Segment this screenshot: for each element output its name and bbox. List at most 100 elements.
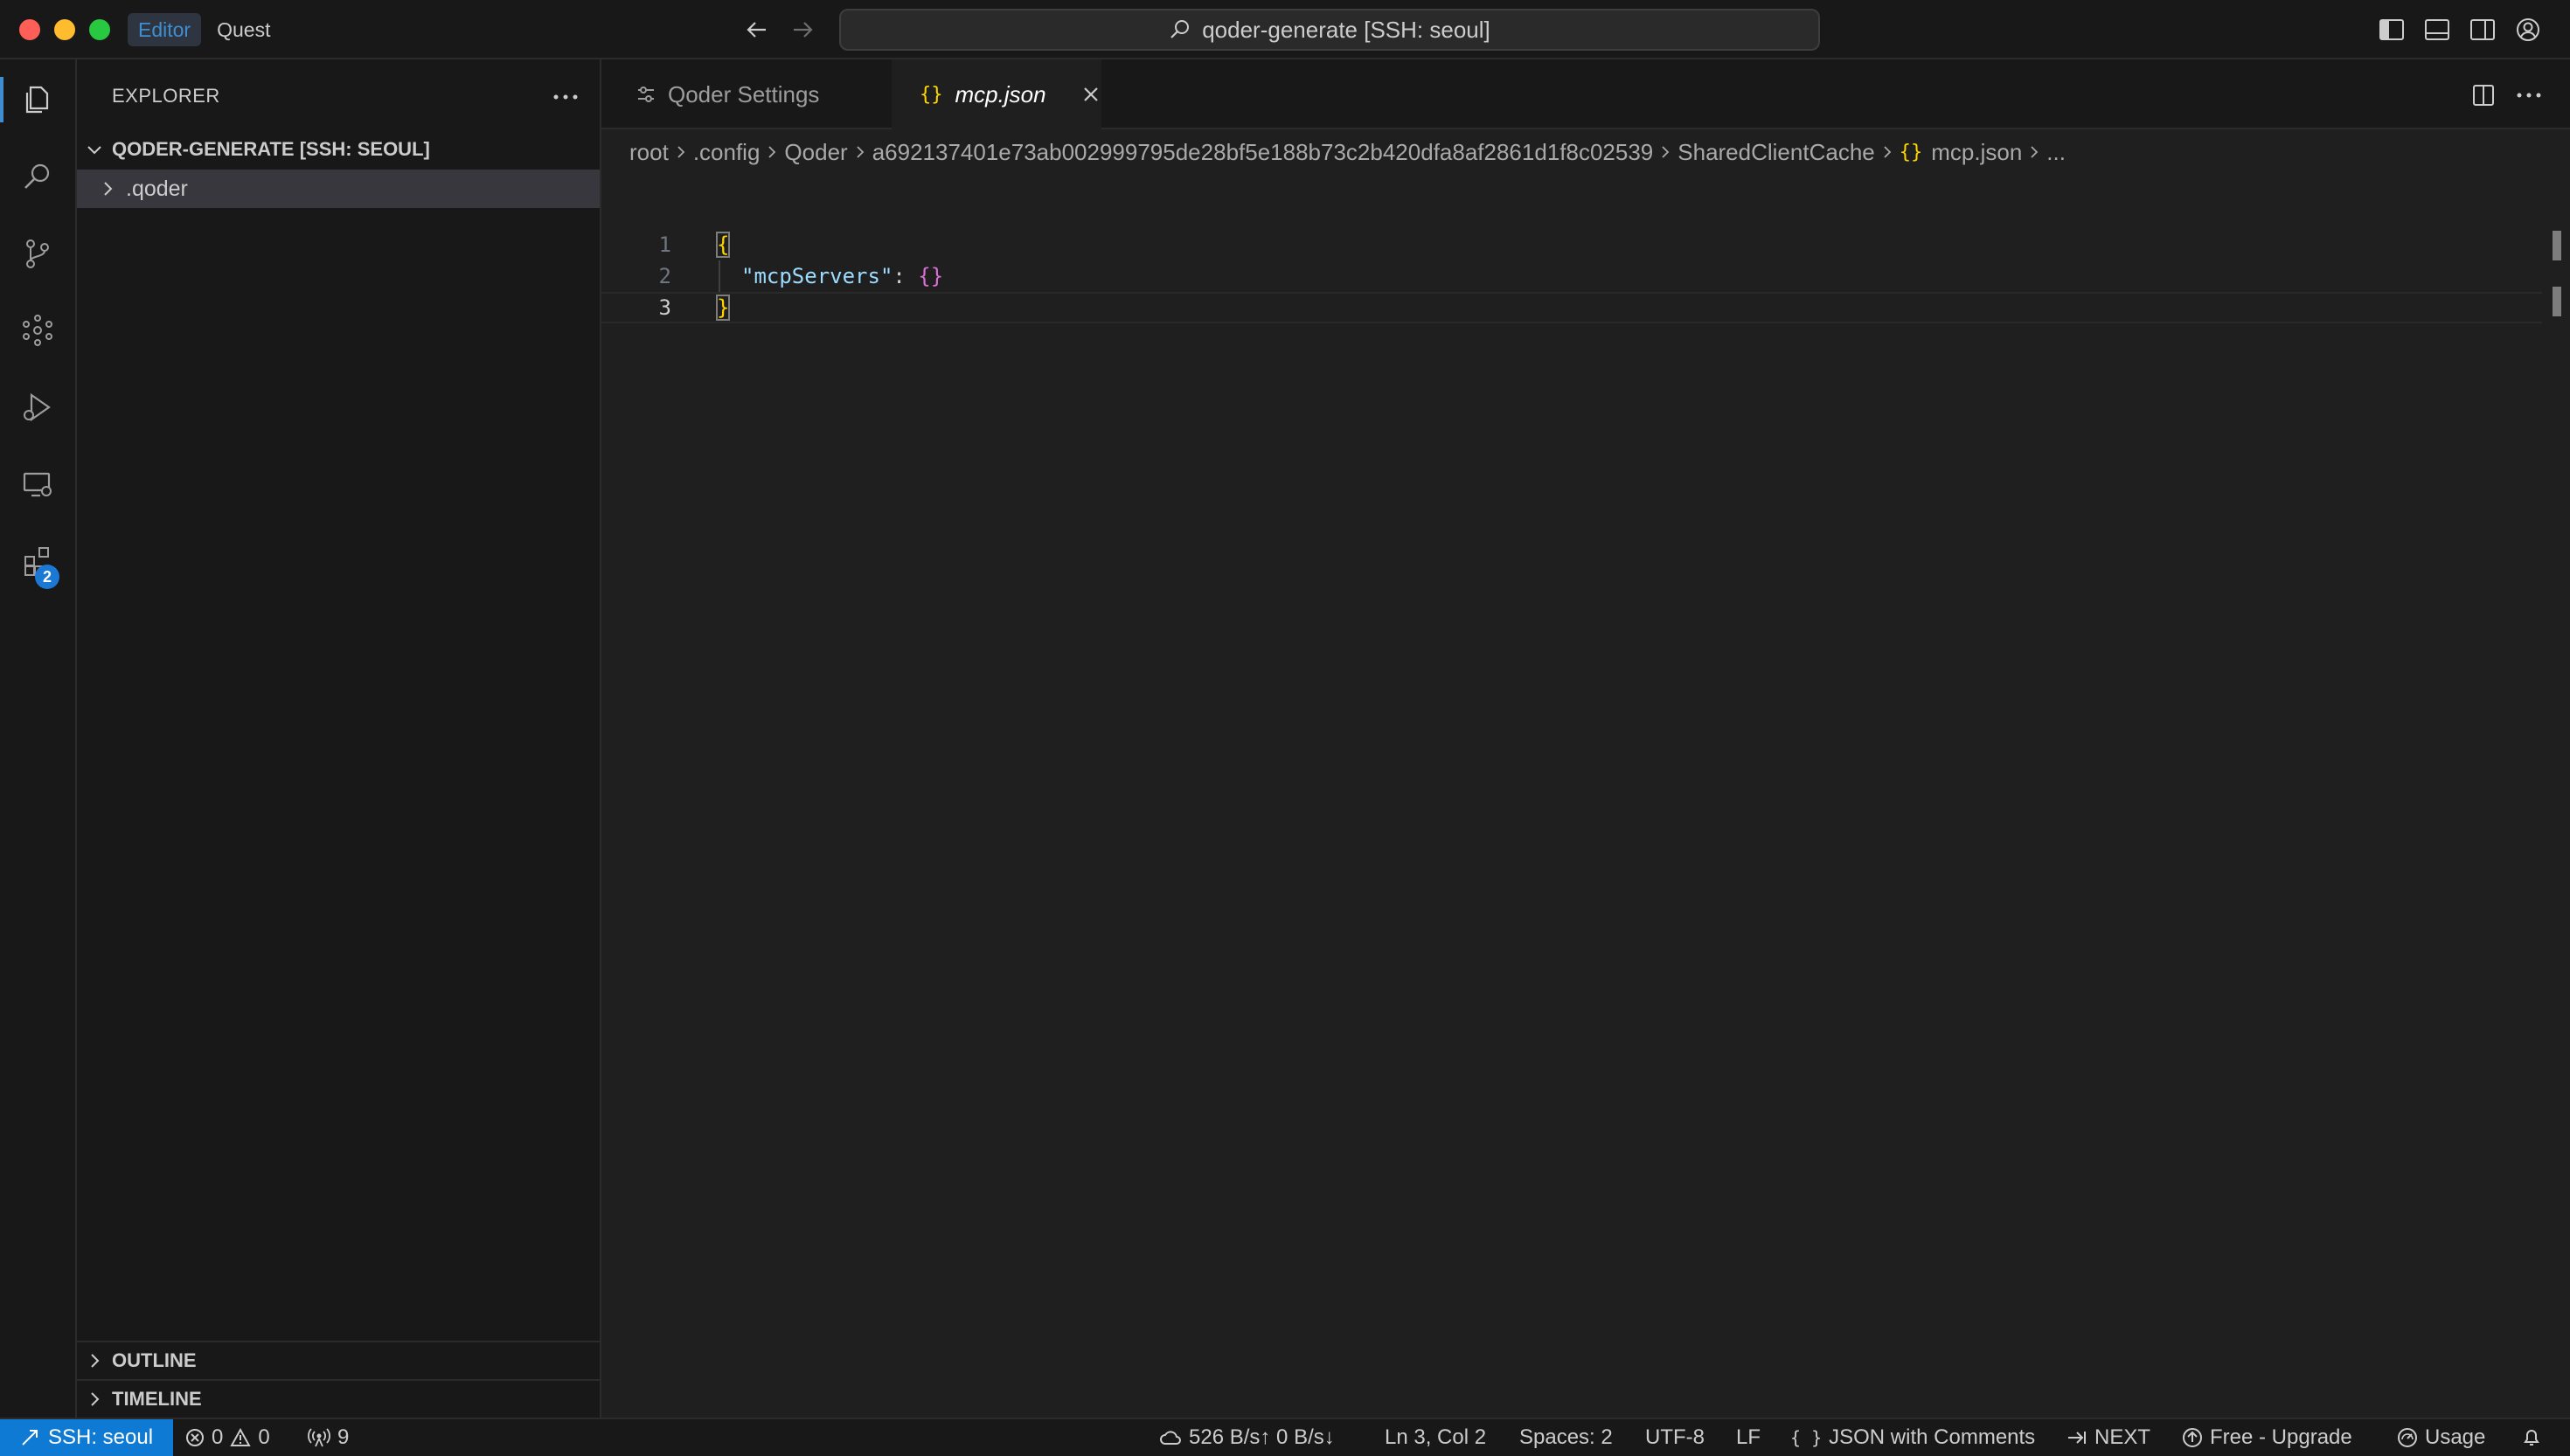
mode-switcher: Editor Quest (128, 12, 281, 47)
tab-bar: Qoder Settings {} mcp.json (601, 59, 2570, 129)
breadcrumb-item[interactable]: a692137401e73ab002999795de28bf5e188b73c2… (872, 139, 1654, 166)
overview-ruler-mark (2553, 231, 2561, 260)
close-window-button[interactable] (19, 19, 40, 40)
more-actions-icon[interactable] (2514, 80, 2544, 110)
chevron-right-icon (77, 180, 126, 198)
code-token: "mcpServers" (741, 264, 893, 288)
breadcrumb-item[interactable]: Qoder (784, 139, 847, 166)
plan-label: Free - Upgrade (2210, 1425, 2352, 1449)
tab-label: Qoder Settings (668, 80, 820, 107)
tab-mcp-json[interactable]: {} mcp.json (892, 59, 1101, 129)
next-indicator[interactable]: NEXT (2066, 1419, 2150, 1456)
tab-label: mcp.json (955, 80, 1046, 107)
extensions-icon[interactable]: 2 (0, 530, 75, 593)
remote-explorer-icon[interactable] (0, 453, 75, 516)
code-line: 1 { (601, 229, 2542, 260)
mode-tab-editor[interactable]: Editor (128, 13, 202, 46)
extensions-badge: 2 (35, 565, 59, 589)
sidebar-title: EXPLORER (112, 85, 220, 107)
plan-upgrade-indicator[interactable]: Free - Upgrade (2182, 1419, 2352, 1456)
chevron-right-icon (853, 143, 867, 161)
forward-arrow-icon[interactable] (788, 16, 816, 44)
code-token: {} (918, 264, 944, 288)
chevron-right-icon (765, 143, 779, 161)
remote-indicator[interactable]: SSH: seoul (0, 1419, 173, 1456)
explorer-icon[interactable] (0, 68, 75, 131)
error-icon (185, 1428, 205, 1447)
run-and-debug-icon[interactable] (0, 376, 75, 439)
json-file-icon: {} (920, 83, 943, 106)
indentation-indicator[interactable]: Spaces: 2 (1519, 1419, 1613, 1456)
breadcrumb-item[interactable]: .config (693, 139, 761, 166)
explorer-sidebar: EXPLORER QODER-GENERATE [SSH: SEOUL] .qo… (77, 59, 601, 1418)
language-mode-indicator[interactable]: { } JSON with Comments (1790, 1419, 2035, 1456)
network-speed: 526 B/s↑ 0 B/s↓ (1189, 1425, 1335, 1449)
code-line: 2 "mcpServers": {} (601, 260, 2542, 292)
toggle-primary-sidebar-icon[interactable] (2378, 16, 2406, 44)
timeline-section-header[interactable]: TIMELINE (77, 1381, 600, 1418)
workspace-folder-label: QODER-GENERATE [SSH: SEOUL] (112, 138, 430, 160)
breadcrumb: root .config Qoder a692137401e73ab002999… (629, 133, 2066, 171)
outline-section-header[interactable]: OUTLINE (77, 1342, 600, 1379)
tab-qoder-settings[interactable]: Qoder Settings (601, 59, 892, 129)
breadcrumb-item[interactable]: SharedClientCache (1677, 139, 1874, 166)
encoding-indicator[interactable]: UTF-8 (1645, 1419, 1705, 1456)
remote-icon (20, 1428, 39, 1447)
chevron-right-icon (1658, 143, 1672, 161)
status-bar: SSH: seoul 0 0 9 526 B/s↑ 0 B/s↓ Ln 3, C… (0, 1418, 2570, 1456)
tab-arrow-icon (2066, 1429, 2087, 1446)
warning-count: 0 (258, 1425, 270, 1449)
workspace-folder-header[interactable]: QODER-GENERATE [SSH: SEOUL] (77, 131, 600, 168)
window-title: qoder-generate [SSH: seoul] (1202, 16, 1490, 43)
split-editor-icon[interactable] (2469, 80, 2498, 110)
cursor-position[interactable]: Ln 3, Col 2 (1385, 1419, 1486, 1456)
json-file-icon: {} (1899, 141, 1923, 163)
chevron-down-icon (77, 141, 112, 158)
minimize-window-button[interactable] (54, 19, 75, 40)
toggle-secondary-sidebar-icon[interactable] (2469, 16, 2497, 44)
editor-area: Qoder Settings {} mcp.json root .config … (601, 59, 2570, 1418)
search-icon (1169, 18, 1191, 41)
next-label: NEXT (2094, 1425, 2151, 1449)
error-count: 0 (212, 1425, 224, 1449)
agents-icon[interactable] (0, 299, 75, 362)
cloud-icon (1159, 1429, 1182, 1446)
overview-ruler-mark (2553, 287, 2561, 316)
maximize-window-button[interactable] (89, 19, 110, 40)
tree-item-qoder-folder[interactable]: .qoder (77, 170, 600, 208)
source-control-icon[interactable] (0, 222, 75, 285)
chevron-right-icon (1880, 143, 1894, 161)
eol-indicator[interactable]: LF (1736, 1419, 1761, 1456)
command-center-search[interactable]: qoder-generate [SSH: seoul] (839, 9, 1820, 51)
problems-indicator[interactable]: 0 0 (185, 1419, 270, 1456)
line-number: 1 (658, 232, 671, 257)
toggle-panel-icon[interactable] (2423, 16, 2451, 44)
usage-indicator[interactable]: Usage (2397, 1419, 2485, 1456)
line-content: } (715, 295, 731, 321)
mode-tab-quest[interactable]: Quest (206, 13, 281, 46)
code-token: { (715, 232, 731, 258)
search-icon[interactable] (0, 145, 75, 208)
breadcrumb-item[interactable]: mcp.json (1931, 139, 2022, 166)
timeline-label: TIMELINE (112, 1388, 202, 1410)
indent-guide (719, 260, 720, 292)
outline-label: OUTLINE (112, 1349, 197, 1371)
vertical-scrollbar[interactable] (2551, 168, 2567, 1418)
network-indicator[interactable]: 526 B/s↑ 0 B/s↓ (1159, 1419, 1335, 1456)
close-tab-icon[interactable] (1081, 85, 1101, 104)
title-bar: Editor Quest qoder-generate [SSH: seoul] (0, 0, 2570, 59)
account-icon[interactable] (2514, 16, 2542, 44)
code-line-current: 3 } (601, 292, 2542, 323)
notifications-bell-icon[interactable] (2521, 1419, 2542, 1456)
breadcrumb-item[interactable]: ... (2046, 139, 2066, 166)
activity-bar: 2 (0, 59, 77, 1418)
settings-sliders-icon (636, 85, 656, 104)
back-arrow-icon[interactable] (743, 16, 771, 44)
chevron-right-icon (2027, 143, 2041, 161)
chevron-right-icon (674, 143, 688, 161)
breadcrumb-item[interactable]: root (629, 139, 669, 166)
more-actions-icon[interactable] (551, 82, 580, 112)
ports-indicator[interactable]: 9 (308, 1419, 349, 1456)
line-content: { (715, 232, 731, 258)
tree-item-label: .qoder (126, 176, 188, 201)
